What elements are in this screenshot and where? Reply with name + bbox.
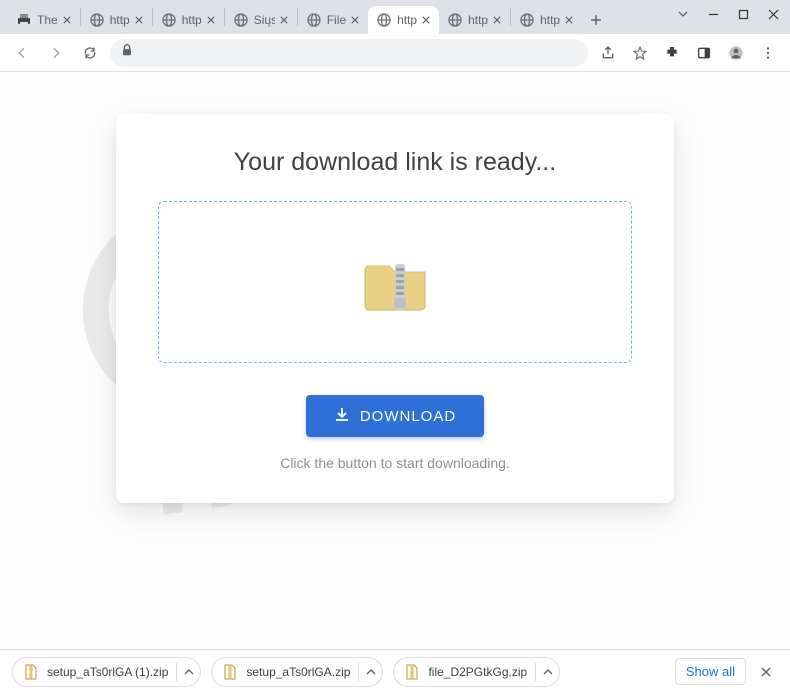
extensions-icon[interactable] bbox=[658, 39, 686, 67]
close-icon[interactable] bbox=[60, 13, 74, 27]
back-button[interactable] bbox=[8, 39, 36, 67]
profile-avatar[interactable] bbox=[722, 39, 750, 67]
tab-4[interactable]: File bbox=[298, 6, 368, 34]
side-panel-icon[interactable] bbox=[690, 39, 718, 67]
download-chip-0[interactable]: setup_aTs0rlGA (1).zip bbox=[12, 657, 201, 687]
toolbar-right bbox=[594, 39, 782, 67]
page-content: risk.com Your download link is ready... … bbox=[0, 72, 790, 649]
zip-folder-icon bbox=[357, 244, 433, 320]
tab-label: http bbox=[397, 13, 417, 27]
globe-icon bbox=[447, 12, 463, 28]
chevron-up-icon[interactable] bbox=[176, 663, 194, 681]
zip-file-icon bbox=[404, 664, 420, 680]
close-icon[interactable] bbox=[562, 13, 576, 27]
download-chip-2[interactable]: file_D2PGtkGg.zip bbox=[393, 657, 560, 687]
tab-7[interactable]: http bbox=[511, 6, 582, 34]
zip-file-icon bbox=[222, 664, 238, 680]
tab-label: The bbox=[37, 13, 58, 27]
show-all-button[interactable]: Show all bbox=[675, 658, 746, 685]
reload-button[interactable] bbox=[76, 39, 104, 67]
chevron-down-icon[interactable] bbox=[668, 2, 698, 26]
minimize-button[interactable] bbox=[698, 2, 728, 26]
tab-label: http bbox=[540, 13, 560, 27]
tab-label: Siųs bbox=[254, 13, 275, 27]
browser-toolbar bbox=[0, 34, 790, 72]
tab-strip: The http http Siųs File h bbox=[8, 0, 668, 34]
menu-dots-icon[interactable] bbox=[754, 39, 782, 67]
tab-label: http bbox=[182, 13, 202, 27]
forward-button[interactable] bbox=[42, 39, 70, 67]
lock-icon bbox=[120, 43, 134, 62]
close-icon[interactable] bbox=[204, 13, 218, 27]
printer-icon bbox=[16, 12, 32, 28]
card-title: Your download link is ready... bbox=[158, 148, 632, 177]
download-button[interactable]: DOWNLOAD bbox=[306, 395, 484, 437]
globe-icon bbox=[519, 12, 535, 28]
download-icon bbox=[334, 406, 350, 426]
close-window-button[interactable] bbox=[758, 2, 788, 26]
download-chip-name: setup_aTs0rlGA (1).zip bbox=[47, 665, 168, 679]
bookmark-star-icon[interactable] bbox=[626, 39, 654, 67]
globe-icon bbox=[376, 12, 392, 28]
chevron-up-icon[interactable] bbox=[535, 663, 553, 681]
close-icon[interactable] bbox=[490, 13, 504, 27]
download-chip-name: file_D2PGtkGg.zip bbox=[428, 665, 527, 679]
tab-label: File bbox=[327, 13, 346, 27]
tab-label: http bbox=[468, 13, 488, 27]
close-shelf-button[interactable] bbox=[754, 660, 778, 684]
zip-file-icon bbox=[23, 664, 39, 680]
download-card: Your download link is ready... DOWNLOAD … bbox=[116, 114, 674, 503]
window-controls bbox=[668, 0, 790, 34]
address-bar[interactable] bbox=[110, 39, 588, 67]
close-icon[interactable] bbox=[348, 13, 362, 27]
share-icon[interactable] bbox=[594, 39, 622, 67]
close-icon[interactable] bbox=[132, 13, 146, 27]
file-dropzone bbox=[158, 201, 632, 363]
tab-label: http bbox=[110, 13, 130, 27]
tab-3[interactable]: Siųs bbox=[225, 6, 297, 34]
globe-icon bbox=[161, 12, 177, 28]
tab-5-active[interactable]: http bbox=[368, 6, 439, 34]
card-hint: Click the button to start downloading. bbox=[158, 455, 632, 471]
tab-6[interactable]: http bbox=[439, 6, 510, 34]
download-chip-1[interactable]: setup_aTs0rlGA.zip bbox=[211, 657, 383, 687]
shelf-right: Show all bbox=[675, 658, 778, 685]
globe-icon bbox=[306, 12, 322, 28]
download-shelf: setup_aTs0rlGA (1).zip setup_aTs0rlGA.zi… bbox=[0, 649, 790, 693]
tab-2[interactable]: http bbox=[153, 6, 224, 34]
globe-icon bbox=[89, 12, 105, 28]
globe-icon bbox=[233, 12, 249, 28]
tab-1[interactable]: http bbox=[81, 6, 152, 34]
close-icon[interactable] bbox=[277, 13, 291, 27]
chevron-up-icon[interactable] bbox=[358, 663, 376, 681]
close-icon[interactable] bbox=[419, 13, 433, 27]
maximize-button[interactable] bbox=[728, 2, 758, 26]
download-button-label: DOWNLOAD bbox=[360, 408, 456, 425]
titlebar: The http http Siųs File h bbox=[0, 0, 790, 34]
download-chip-name: setup_aTs0rlGA.zip bbox=[246, 665, 350, 679]
tab-0[interactable]: The bbox=[8, 6, 80, 34]
new-tab-button[interactable] bbox=[582, 6, 610, 34]
